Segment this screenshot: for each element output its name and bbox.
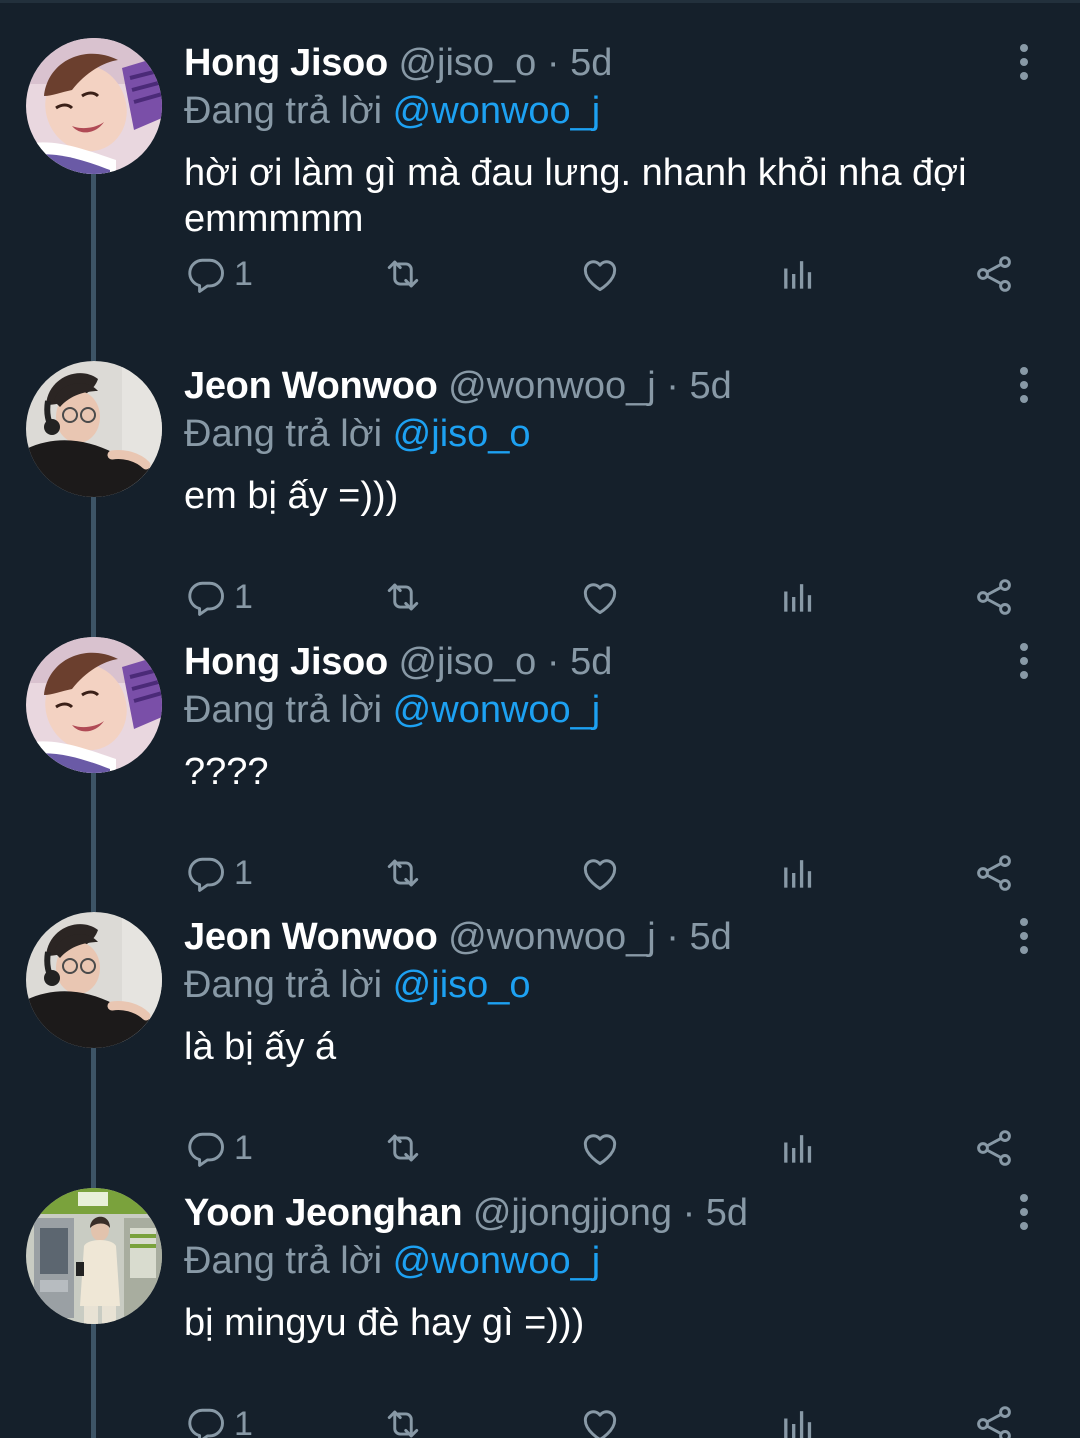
- tweet[interactable]: Yoon Jeonghan @jjongjjong · 5d Đang trả l…: [0, 1150, 1080, 1438]
- tweet-text: ????: [184, 751, 269, 793]
- tweet[interactable]: Hong Jisoo @jiso_o · 5d Đang trả lời @won…: [0, 0, 1080, 323]
- thread-connector-line: [91, 174, 96, 323]
- tweet-header: Yoon Jeonghan @jjongjjong · 5d: [184, 1190, 748, 1236]
- tweet-text: bị mingyu đè hay gì =))): [184, 1302, 585, 1344]
- analytics-button[interactable]: [775, 1402, 819, 1438]
- replying-to: Đang trả lời @wonwoo_j: [184, 1238, 600, 1284]
- avatar[interactable]: [26, 361, 162, 497]
- tweet[interactable]: Hong Jisoo @jiso_o · 5d Đang trả lời @won…: [0, 599, 1080, 896]
- avatar[interactable]: [26, 38, 162, 174]
- display-name[interactable]: Yoon Jeonghan: [184, 1192, 463, 1234]
- tweet-text: em bị ấy =))): [184, 475, 399, 517]
- like-button[interactable]: [578, 252, 622, 296]
- timestamp[interactable]: 5d: [706, 1192, 748, 1234]
- display-name[interactable]: Jeon Wonwoo: [184, 916, 438, 958]
- mention-link[interactable]: @wonwoo_j: [393, 90, 601, 132]
- share-button[interactable]: [972, 252, 1016, 296]
- separator-dot: ·: [546, 641, 560, 683]
- separator-dot: ·: [666, 916, 679, 958]
- thread-connector-line-top: [91, 599, 96, 637]
- mention-link[interactable]: @wonwoo_j: [393, 689, 601, 731]
- timestamp[interactable]: 5d: [689, 365, 731, 407]
- mention-link[interactable]: @wonwoo_j: [393, 1240, 601, 1282]
- avatar[interactable]: [26, 637, 162, 773]
- retweet-button[interactable]: [381, 252, 425, 296]
- user-handle[interactable]: @jiso_o: [398, 641, 536, 683]
- share-icon: [972, 1402, 1016, 1438]
- display-name[interactable]: Hong Jisoo: [184, 641, 388, 683]
- share-icon: [972, 252, 1016, 296]
- reply-count: 1: [234, 1405, 253, 1438]
- more-options-icon[interactable]: [1006, 1192, 1042, 1232]
- thread-connector-line-top: [91, 323, 96, 361]
- tweet-header: Jeon Wonwoo @wonwoo_j · 5d: [184, 914, 732, 960]
- avatar[interactable]: [26, 912, 162, 1048]
- bar-chart-icon: [775, 252, 819, 296]
- timestamp[interactable]: 5d: [570, 641, 612, 683]
- user-handle[interactable]: @jiso_o: [398, 42, 536, 84]
- reply-thread: Hong Jisoo @jiso_o · 5d Đang trả lời @won…: [0, 0, 1080, 1438]
- retweet-icon: [381, 252, 425, 296]
- tweet-header: Hong Jisoo @jiso_o · 5d: [184, 40, 612, 86]
- user-handle[interactable]: @wonwoo_j: [448, 916, 656, 958]
- retweet-icon: [381, 1402, 425, 1438]
- replying-to: Đang trả lời @wonwoo_j: [184, 687, 600, 733]
- tweet-header: Hong Jisoo @jiso_o · 5d: [184, 639, 612, 685]
- user-handle[interactable]: @wonwoo_j: [448, 365, 656, 407]
- more-options-icon[interactable]: [1006, 365, 1042, 405]
- reply-button[interactable]: 1: [184, 252, 253, 296]
- display-name[interactable]: Hong Jisoo: [184, 42, 388, 84]
- speech-bubble-icon: [184, 252, 228, 296]
- timestamp[interactable]: 5d: [570, 42, 612, 84]
- replying-prefix: Đang trả lời: [184, 413, 383, 455]
- tweet-actions: 1: [184, 1402, 1034, 1438]
- speech-bubble-icon: [184, 1402, 228, 1438]
- user-handle[interactable]: @jjongjjong: [473, 1192, 672, 1234]
- mention-link[interactable]: @jiso_o: [393, 964, 531, 1006]
- tweet-text: là bị ấy á: [184, 1026, 337, 1068]
- analytics-button[interactable]: [775, 252, 819, 296]
- separator-dot: ·: [546, 42, 560, 84]
- tweet[interactable]: Jeon Wonwoo @wonwoo_j · 5d Đang trả lời @…: [0, 874, 1080, 1171]
- heart-icon: [578, 252, 622, 296]
- tweet-header: Jeon Wonwoo @wonwoo_j · 5d: [184, 363, 732, 409]
- bar-chart-icon: [775, 1402, 819, 1438]
- thread-connector-line-top: [91, 874, 96, 912]
- replying-prefix: Đang trả lời: [184, 689, 383, 731]
- avatar[interactable]: [26, 1188, 162, 1324]
- thread-connector-line-top: [91, 1150, 96, 1188]
- replying-prefix: Đang trả lời: [184, 964, 383, 1006]
- more-options-icon[interactable]: [1006, 42, 1042, 82]
- replying-to: Đang trả lời @jiso_o: [184, 962, 531, 1008]
- more-options-icon[interactable]: [1006, 641, 1042, 681]
- more-options-icon[interactable]: [1006, 916, 1042, 956]
- tweet[interactable]: Jeon Wonwoo @wonwoo_j · 5d Đang trả lời @…: [0, 323, 1080, 620]
- tweet-text: hời ơi làm gì mà đau lưng. nhanh khỏi nh…: [184, 152, 967, 240]
- replying-to: Đang trả lời @wonwoo_j: [184, 88, 600, 134]
- tweet-actions: 1: [184, 252, 1034, 296]
- replying-prefix: Đang trả lời: [184, 1240, 383, 1282]
- reply-button[interactable]: 1: [184, 1402, 253, 1438]
- like-button[interactable]: [578, 1402, 622, 1438]
- separator-dot: ·: [682, 1192, 696, 1234]
- replying-prefix: Đang trả lời: [184, 90, 383, 132]
- share-button[interactable]: [972, 1402, 1016, 1438]
- display-name[interactable]: Jeon Wonwoo: [184, 365, 438, 407]
- replying-to: Đang trả lời @jiso_o: [184, 411, 531, 457]
- timestamp[interactable]: 5d: [689, 916, 731, 958]
- heart-icon: [578, 1402, 622, 1438]
- thread-connector-line: [91, 1324, 96, 1438]
- separator-dot: ·: [666, 365, 679, 407]
- reply-count: 1: [234, 255, 253, 293]
- mention-link[interactable]: @jiso_o: [393, 413, 531, 455]
- retweet-button[interactable]: [381, 1402, 425, 1438]
